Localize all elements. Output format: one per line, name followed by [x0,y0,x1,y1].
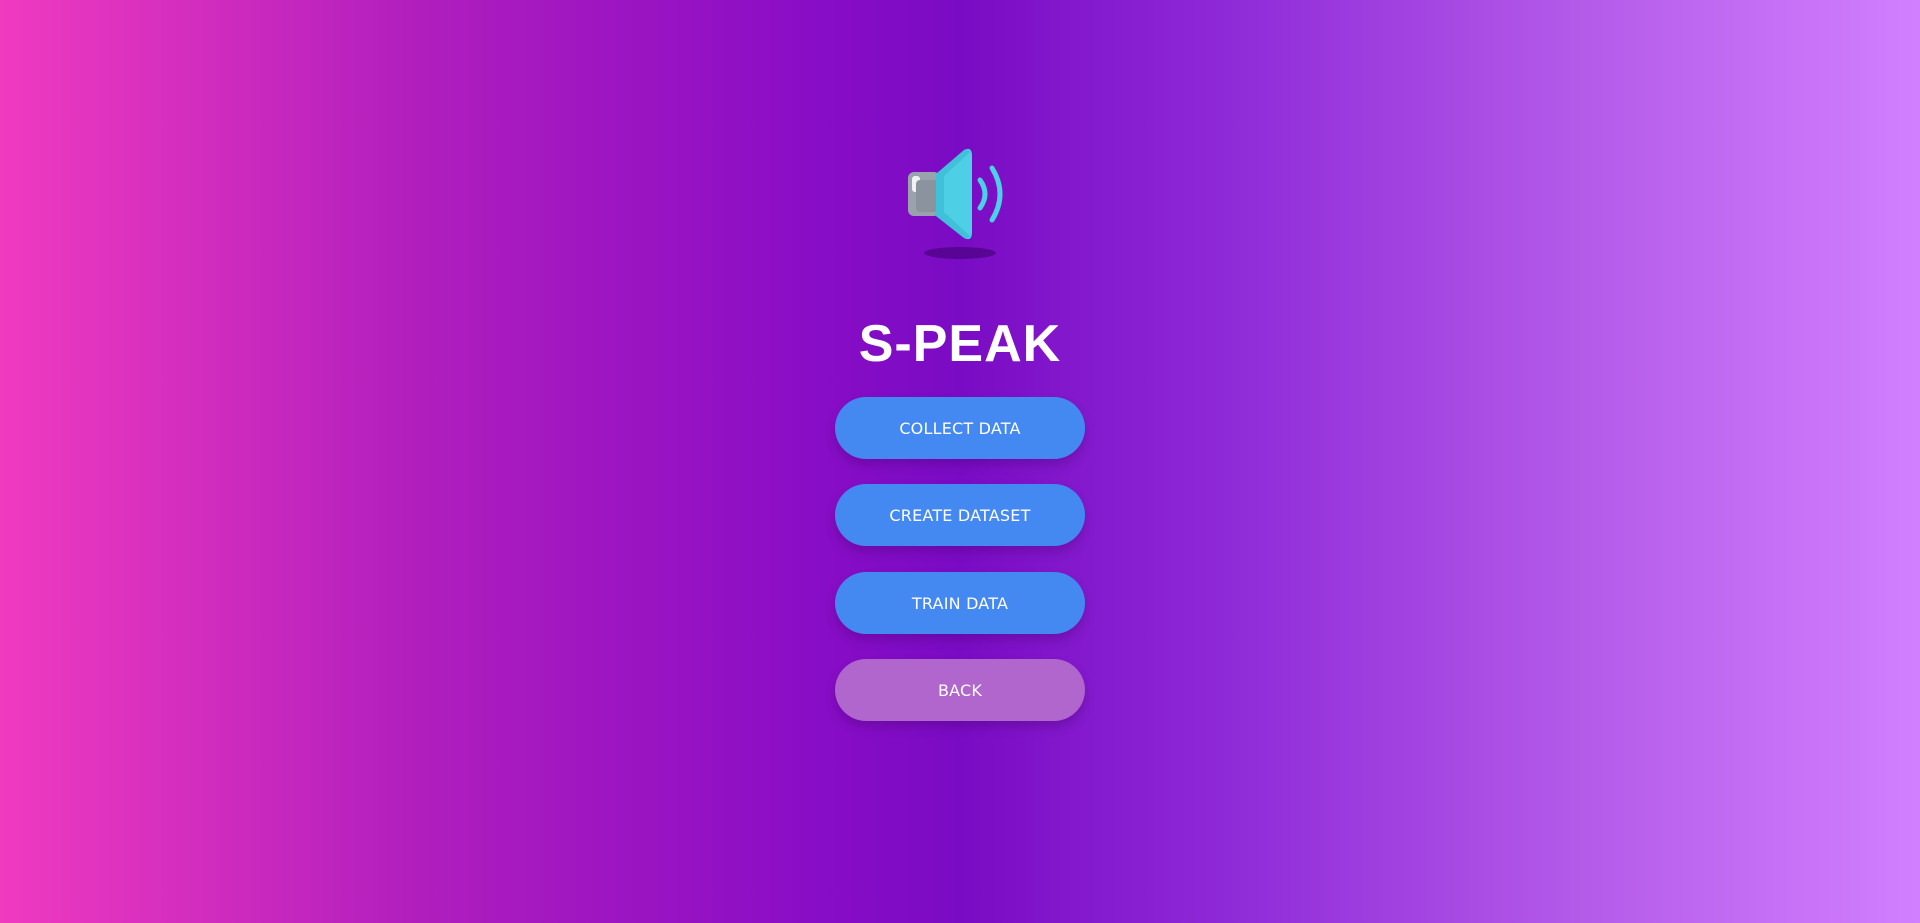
create-dataset-button[interactable]: CREATE DATASET [835,484,1085,546]
speaker-icon [900,144,1020,264]
train-data-button[interactable]: TRAIN DATA [835,572,1085,634]
back-button[interactable]: BACK [835,659,1085,721]
main-screen: S-PEAK COLLECT DATA CREATE DATASET TRAIN… [0,0,1920,923]
collect-data-button[interactable]: COLLECT DATA [835,397,1085,459]
app-title: S-PEAK [858,315,1062,373]
